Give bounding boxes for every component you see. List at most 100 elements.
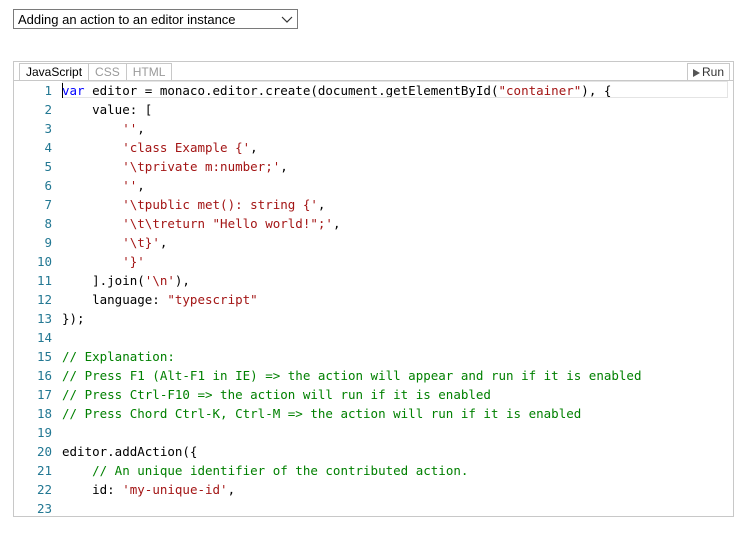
code-text: // Press F1 (Alt-F1 in IE) => the action… [62, 366, 641, 385]
code-text: language: "typescript" [62, 290, 258, 309]
code-line[interactable]: 2 value: [ [14, 100, 733, 119]
run-button-label: Run [701, 65, 724, 79]
code-line[interactable]: 9 '\t}', [14, 233, 733, 252]
line-number: 11 [36, 273, 52, 288]
code-line[interactable]: 1 var editor = monaco.editor.create(docum… [14, 81, 733, 100]
code-line[interactable]: 22 id: 'my-unique-id', [14, 480, 733, 499]
code-line[interactable]: 17 // Press Ctrl-F10 => the action will r… [14, 385, 733, 404]
editor-tabs: JavaScript CSS HTML [19, 63, 173, 80]
code-line[interactable]: 4 'class Example {', [14, 138, 733, 157]
sample-select-value: Adding an action to an editor instance [18, 11, 236, 27]
code-text: value: [ [62, 100, 152, 119]
code-token: // Press Chord Ctrl-K, Ctrl-M => the act… [62, 406, 582, 421]
code-token: // Press Ctrl-F10 => the action will run… [62, 387, 491, 402]
code-token: var [62, 83, 85, 98]
code-token: // An unique identifier of the contribut… [92, 463, 469, 478]
code-editor[interactable]: 1 var editor = monaco.editor.create(docum… [14, 80, 733, 516]
line-number: 2 [44, 102, 52, 117]
code-line[interactable]: 15 // Explanation: [14, 347, 733, 366]
code-text: editor.addAction({ [62, 442, 197, 461]
line-number: 5 [44, 159, 52, 174]
tab-css[interactable]: CSS [88, 63, 127, 80]
code-line[interactable]: 14 [14, 328, 733, 347]
code-text: id: 'my-unique-id', [62, 480, 235, 499]
code-line[interactable]: 19 [14, 423, 733, 442]
code-line[interactable]: 10 '}' [14, 252, 733, 271]
code-text: '', [62, 176, 145, 195]
code-text: }); [62, 309, 85, 328]
code-text: '\tprivate m:number;', [62, 157, 288, 176]
code-line[interactable]: 11 ].join('\n'), [14, 271, 733, 290]
code-token: '\tprivate m:number;' [122, 159, 281, 174]
sample-select[interactable]: Adding an action to an editor instance [13, 9, 298, 29]
code-token: '\t}' [122, 235, 160, 250]
code-line[interactable]: 16 // Press F1 (Alt-F1 in IE) => the acti… [14, 366, 733, 385]
text-cursor [62, 83, 63, 98]
code-token: "container" [498, 83, 582, 98]
code-token: , [317, 197, 326, 212]
line-number: 16 [36, 368, 52, 383]
code-token: editor = monaco.editor.create(document.g… [84, 83, 499, 98]
code-token: "typescript" [167, 292, 258, 307]
code-line[interactable]: 13}); [14, 309, 733, 328]
line-number: 8 [44, 216, 52, 231]
code-token: , [280, 159, 288, 174]
line-number: 9 [44, 235, 52, 250]
code-text: // Press Chord Ctrl-K, Ctrl-M => the act… [62, 404, 581, 423]
code-token: , [227, 482, 236, 497]
code-token: value: [ [62, 102, 153, 117]
code-line[interactable]: 12 language: "typescript" [14, 290, 733, 309]
code-line[interactable]: 23 [14, 499, 733, 516]
code-line[interactable]: 5 '\tprivate m:number;', [14, 157, 733, 176]
code-token: '' [122, 178, 138, 193]
code-token: , [159, 235, 168, 250]
code-text: '}' [62, 252, 145, 271]
code-token: '\tpublic met(): string {' [122, 197, 318, 212]
code-line[interactable]: 21 // An unique identifier of the contri… [14, 461, 733, 480]
code-line[interactable]: 3 '', [14, 119, 733, 138]
line-number: 13 [36, 311, 52, 326]
code-line[interactable]: 6 '', [14, 176, 733, 195]
code-token: // Press F1 (Alt-F1 in IE) => the action… [62, 368, 642, 383]
code-token: language: [62, 292, 168, 307]
line-number: 12 [36, 292, 52, 307]
code-token: editor.addAction({ [62, 444, 198, 459]
line-number: 23 [36, 501, 52, 516]
code-token: , [137, 121, 145, 136]
code-token: }); [62, 311, 85, 326]
tab-html[interactable]: HTML [125, 63, 173, 80]
code-line[interactable]: 7 '\tpublic met(): string {', [14, 195, 733, 214]
code-line[interactable]: 20 editor.addAction({ [14, 442, 733, 461]
code-token: , [250, 140, 258, 155]
code-line[interactable]: 18 // Press Chord Ctrl-K, Ctrl-M => the a… [14, 404, 733, 423]
code-text: // Press Ctrl-F10 => the action will run… [62, 385, 491, 404]
chevron-down-icon [281, 16, 293, 23]
code-token: , [137, 178, 145, 193]
code-text: '', [62, 119, 145, 138]
code-text: 'class Example {', [62, 138, 258, 157]
code-token: // Explanation: [62, 349, 175, 364]
code-text: var editor = monaco.editor.create(docume… [62, 81, 611, 100]
tab-javascript[interactable]: JavaScript [19, 63, 90, 80]
line-number: 7 [44, 197, 52, 212]
line-number: 18 [36, 406, 52, 421]
code-token: 'class Example {' [122, 140, 251, 155]
code-token: '' [122, 121, 138, 136]
code-token: ), [174, 273, 190, 288]
code-text: '\t\treturn "Hello world!";', [62, 214, 340, 233]
run-button[interactable]: Run [686, 63, 730, 81]
line-number: 20 [36, 444, 52, 459]
code-line[interactable]: 8 '\t\treturn "Hello world!";', [14, 214, 733, 233]
line-number: 17 [36, 387, 52, 402]
code-text: '\tpublic met(): string {', [62, 195, 325, 214]
line-number: 1 [44, 83, 52, 98]
code-token: , [332, 216, 341, 231]
